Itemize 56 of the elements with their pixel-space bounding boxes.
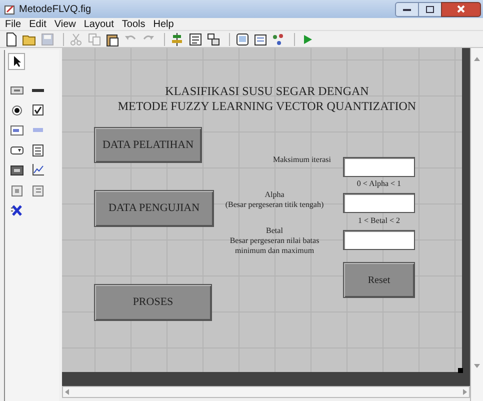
layout-canvas[interactable]: [62, 48, 462, 372]
heading-text: METODE FUZZY LEARNING VECTOR QUANTIZATION: [116, 99, 418, 113]
figure-icon: [4, 4, 16, 14]
range-text: 0 < Alpha < 1: [356, 179, 402, 189]
text-field-icon: [10, 123, 24, 138]
checkbox-icon: [30, 103, 44, 118]
field-description: Besar pergeseran nilai batas: [228, 236, 320, 246]
editor-icon[interactable]: [235, 32, 250, 46]
nodes-icon[interactable]: [271, 32, 286, 46]
input-field[interactable]: [343, 230, 415, 250]
field-description: (Besar pergeseran titik tengah): [224, 200, 325, 210]
range-text: 1 < Betal < 2: [357, 216, 401, 226]
input-field[interactable]: [343, 157, 415, 177]
menu-item[interactable]: Layout: [84, 16, 114, 32]
menu-item[interactable]: File: [5, 16, 22, 32]
inspector-icon[interactable]: [253, 32, 268, 46]
menu-item[interactable]: Tools: [122, 16, 146, 32]
push-button[interactable]: DATA PELATIHAN: [94, 127, 202, 163]
align-icon[interactable]: [170, 32, 185, 46]
horizontal-scrollbar[interactable]: [62, 386, 470, 398]
maximize-icon: [426, 6, 434, 12]
heading-text: KLASIFIKASI SUSU SEGAR DENGAN: [164, 84, 370, 98]
minimize-button[interactable]: [395, 2, 419, 16]
chart-icon: [30, 163, 44, 178]
pointer-tool[interactable]: [8, 53, 25, 70]
menu-item[interactable]: Edit: [29, 16, 46, 32]
vertical-scrollbar[interactable]: [470, 48, 483, 401]
scroll-up-icon[interactable]: [473, 56, 481, 62]
maximize-button[interactable]: [419, 2, 441, 16]
resize-handle[interactable]: [458, 368, 463, 373]
field-description: minimum dan maximum: [234, 246, 316, 256]
menu-editor-icon[interactable]: [188, 32, 203, 46]
scroll-down-icon[interactable]: [473, 363, 481, 369]
input-field[interactable]: [343, 193, 415, 213]
field-label: Betal: [265, 226, 284, 236]
close-icon: [457, 5, 465, 13]
push-button[interactable]: PROSES: [94, 284, 212, 321]
panel-icon: [10, 183, 24, 198]
tab-order-icon[interactable]: [206, 32, 221, 46]
scroll-left-icon[interactable]: [64, 388, 70, 396]
field-label: Maksimum iterasi: [272, 155, 332, 165]
group-icon: [30, 183, 44, 198]
radio-button-icon: [10, 103, 24, 118]
field-label: Alpha: [264, 190, 286, 200]
cross-icon: [10, 203, 24, 218]
menu-item[interactable]: Help: [153, 16, 174, 32]
toggle-icon: [10, 163, 24, 178]
list-icon: [30, 143, 44, 158]
push-button[interactable]: Reset: [343, 262, 415, 298]
menu-item[interactable]: View: [54, 16, 76, 32]
push-button[interactable]: DATA PENGUJIAN: [94, 190, 214, 227]
minimize-icon: [403, 8, 411, 10]
close-button[interactable]: [441, 2, 481, 16]
scroll-right-icon[interactable]: [462, 388, 468, 396]
window-title: MetodeFLVQ.fig: [19, 2, 92, 16]
clipboard-icon[interactable]: [105, 32, 120, 46]
